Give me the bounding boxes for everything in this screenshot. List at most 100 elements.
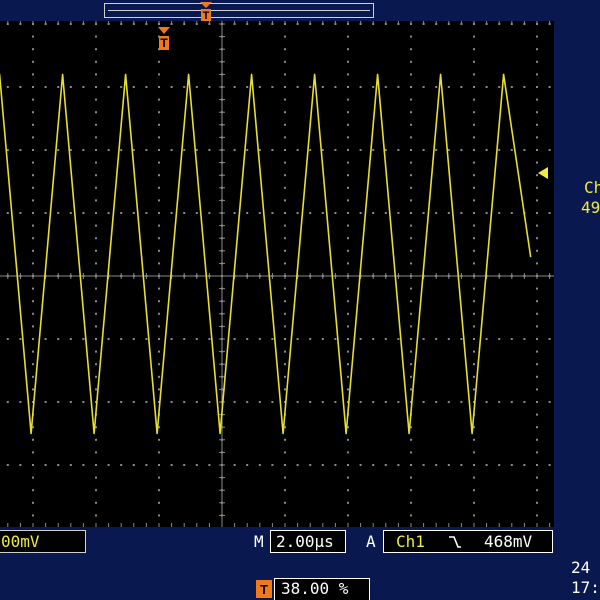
graticule-dot xyxy=(32,249,34,252)
graticule-dot xyxy=(510,212,513,214)
graticule-dot xyxy=(347,136,349,139)
graticule-dot xyxy=(473,224,475,227)
graticule-dot xyxy=(359,149,362,151)
graticule-dot xyxy=(95,363,97,366)
graticule-dot xyxy=(284,136,286,139)
graticule-dot xyxy=(183,149,186,151)
graticule-dot xyxy=(233,338,236,340)
graticule-dot xyxy=(32,237,34,240)
graticule-dot xyxy=(397,212,400,214)
trigger-position-marker-icon[interactable]: T xyxy=(157,27,171,51)
timebase-prefix: M xyxy=(254,532,264,551)
graticule-dot xyxy=(82,149,85,151)
graticule-dot xyxy=(132,149,135,151)
graticule-dot xyxy=(435,86,438,88)
graticule-dot xyxy=(435,149,438,151)
falling-edge-icon xyxy=(449,536,461,548)
graticule-dot xyxy=(32,136,34,139)
graticule-dot xyxy=(498,149,501,151)
graticule-dot xyxy=(32,212,34,214)
graticule-dot xyxy=(258,149,261,151)
graticule-dot xyxy=(460,464,463,466)
graticule-dot xyxy=(32,174,34,177)
graticule-dot xyxy=(410,300,412,303)
graticule-dot xyxy=(284,73,286,76)
graticule-dot xyxy=(32,161,34,164)
graticule-dot xyxy=(233,149,236,151)
graticule-dot xyxy=(309,401,312,403)
graticule-dot xyxy=(32,35,34,38)
graticule-dot xyxy=(410,199,412,202)
graticule-dot xyxy=(145,86,148,88)
graticule-dot xyxy=(536,501,538,504)
graticule-dot xyxy=(372,212,375,214)
graticule-dot xyxy=(410,438,412,441)
graticule-dot xyxy=(69,86,72,88)
graticule-dot xyxy=(158,350,160,353)
graticule-dot xyxy=(510,86,513,88)
graticule-dot xyxy=(536,86,538,88)
graticule-dot xyxy=(536,464,538,466)
graticule-dot xyxy=(397,149,400,151)
graticule-dot xyxy=(410,161,412,164)
graticule-dot xyxy=(120,212,123,214)
graticule-dot xyxy=(410,149,412,151)
graticule-dot xyxy=(158,388,160,391)
graticule-dot xyxy=(334,212,337,214)
side-readout-line2: 49 xyxy=(581,198,600,217)
trigger-level-arrow-icon[interactable] xyxy=(538,167,550,179)
graticule-dot xyxy=(258,464,261,466)
graticule-dot xyxy=(410,48,412,51)
graticule-dot xyxy=(359,401,362,403)
graticule-dot xyxy=(284,388,286,391)
graticule-grid xyxy=(0,21,554,527)
graticule-dot xyxy=(32,111,34,114)
graticule-dot xyxy=(32,60,34,63)
graticule-dot xyxy=(132,401,135,403)
graticule-dot xyxy=(158,86,160,88)
graticule-dot xyxy=(32,262,34,265)
graticule-dot xyxy=(410,338,412,340)
graticule-dot xyxy=(510,464,513,466)
graticule-dot xyxy=(158,136,160,139)
graticule-dot xyxy=(158,98,160,101)
graticule-dot xyxy=(44,149,47,151)
graticule-dot xyxy=(410,60,412,63)
graticule-dot xyxy=(447,149,450,151)
graticule-dot xyxy=(107,464,110,466)
graticule-dot xyxy=(473,476,475,479)
graticule-dot xyxy=(296,338,299,340)
graticule-dot xyxy=(95,438,97,441)
graticule-dot xyxy=(82,212,85,214)
graticule-dot xyxy=(410,464,412,466)
graticule-dot xyxy=(95,300,97,303)
graticule-dot xyxy=(158,312,160,315)
graticule-dot xyxy=(473,312,475,315)
graticule-dot xyxy=(296,212,299,214)
graticule-dot xyxy=(95,514,97,517)
graticule-dot xyxy=(473,86,475,88)
graticule-dot xyxy=(485,338,488,340)
graticule-dot xyxy=(548,86,551,88)
graticule-dot xyxy=(309,464,312,466)
graticule-dot xyxy=(410,174,412,177)
graticule-dot xyxy=(473,111,475,114)
graticule-dot xyxy=(460,86,463,88)
graticule-dot xyxy=(347,514,349,517)
graticule-dot xyxy=(32,199,34,202)
graticule-dot xyxy=(309,212,312,214)
graticule-dot xyxy=(271,212,274,214)
graticule-dot xyxy=(410,476,412,479)
graticule-dot xyxy=(95,350,97,353)
graticule-dot xyxy=(410,111,412,114)
graticule-dot xyxy=(410,312,412,315)
graticule-dot xyxy=(183,86,186,88)
graticule-dot xyxy=(6,212,9,214)
graticule-dot xyxy=(447,464,450,466)
graticule-dot xyxy=(536,413,538,416)
graticule-dot xyxy=(473,514,475,517)
graticule-dot xyxy=(347,48,349,51)
graticule-dot xyxy=(410,262,412,265)
graticule-dot xyxy=(473,237,475,240)
graticule-dot xyxy=(334,86,337,88)
